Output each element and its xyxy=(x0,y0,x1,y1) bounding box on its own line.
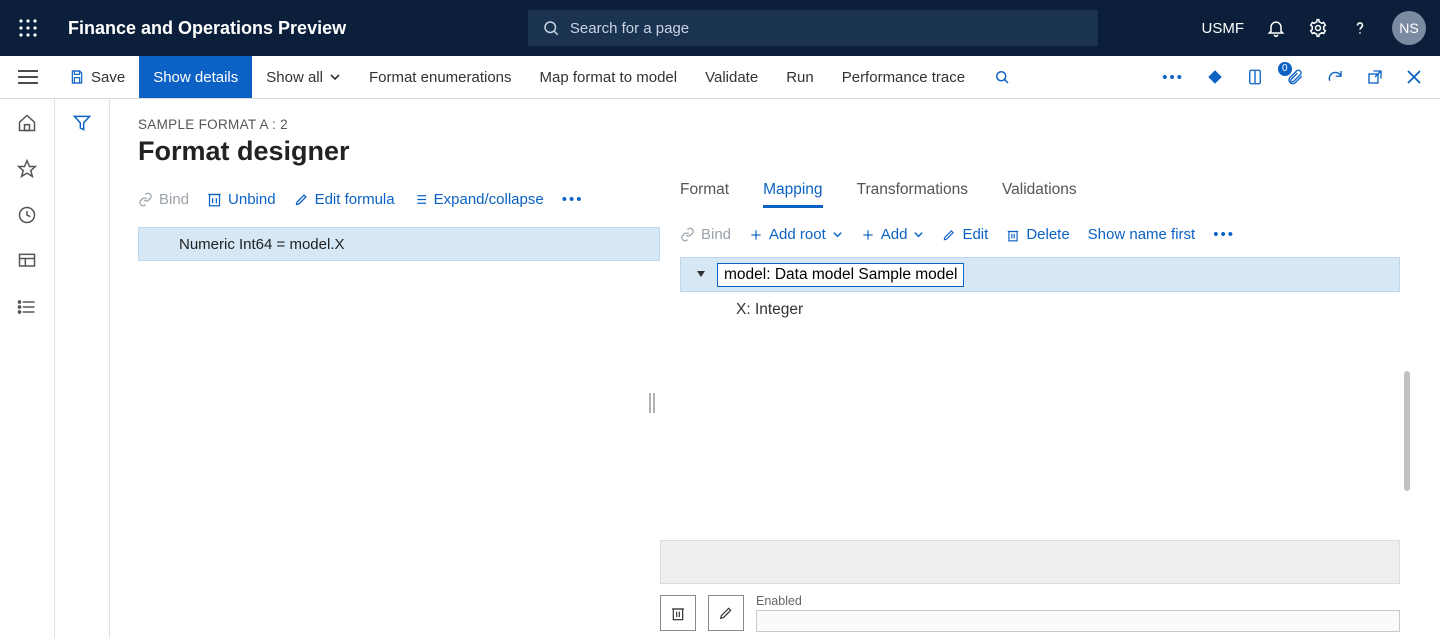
filter-rail xyxy=(55,99,110,638)
unbind-button[interactable]: Unbind xyxy=(207,191,276,208)
breadcrumb: SAMPLE FORMAT A : 2 xyxy=(138,117,1440,132)
mapping-tree-child-row[interactable]: X: Integer xyxy=(680,292,1400,327)
find-button[interactable] xyxy=(979,56,1025,98)
right-tabs: Format Mapping Transformations Validatio… xyxy=(680,181,1440,208)
nav-toggle-icon[interactable] xyxy=(0,70,55,84)
app-title: Finance and Operations Preview xyxy=(56,18,346,39)
help-icon[interactable] xyxy=(1350,18,1370,38)
mapping-tree-root-label: model: Data model Sample model xyxy=(717,263,964,287)
scrollbar[interactable] xyxy=(1404,371,1410,491)
home-icon[interactable] xyxy=(17,113,37,133)
save-disk-icon xyxy=(69,69,85,85)
validate-button[interactable]: Validate xyxy=(691,56,772,98)
show-details-label: Show details xyxy=(153,69,238,86)
add-button[interactable]: Add xyxy=(861,226,925,243)
options-icon[interactable] xyxy=(1206,68,1224,86)
save-label: Save xyxy=(91,69,125,86)
mapping-toolbar: Bind Add root Add Edit xyxy=(680,226,1440,243)
page-title: Format designer xyxy=(138,136,1440,167)
user-avatar[interactable]: NS xyxy=(1392,11,1426,45)
mapping-tree: model: Data model Sample model X: Intege… xyxy=(680,257,1400,327)
show-all-button[interactable]: Show all xyxy=(252,56,355,98)
tab-transformations[interactable]: Transformations xyxy=(857,181,968,208)
map-format-to-model-button[interactable]: Map format to model xyxy=(526,56,692,98)
enabled-field-input[interactable] xyxy=(756,610,1400,632)
attachments-button[interactable]: 0 xyxy=(1286,68,1304,86)
edit-formula-button[interactable]: Edit formula xyxy=(294,191,395,208)
unbind-label: Unbind xyxy=(228,191,276,208)
format-tree-row-label: Numeric Int64 = model.X xyxy=(179,236,345,253)
enabled-field-label: Enabled xyxy=(756,594,1400,608)
bind-button: Bind xyxy=(138,191,189,208)
performance-trace-button[interactable]: Performance trace xyxy=(828,56,979,98)
top-header: Finance and Operations Preview USMF NS xyxy=(0,0,1440,56)
format-tree-row[interactable]: Numeric Int64 = model.X xyxy=(138,227,660,261)
search-input[interactable] xyxy=(570,20,1084,37)
close-icon[interactable] xyxy=(1406,69,1422,85)
edit-formula-label: Edit formula xyxy=(315,191,395,208)
bind-label: Bind xyxy=(159,191,189,208)
attachments-badge: 0 xyxy=(1278,62,1292,76)
app-launcher-icon[interactable] xyxy=(0,0,56,56)
modules-list-icon[interactable] xyxy=(17,297,37,317)
expand-collapse-label: Expand/collapse xyxy=(434,191,544,208)
page-options-icon[interactable] xyxy=(1246,68,1264,86)
detail-edit-button[interactable] xyxy=(708,595,744,631)
chevron-collapse-icon[interactable] xyxy=(695,269,707,281)
expand-collapse-button[interactable]: Expand/collapse xyxy=(413,191,544,208)
settings-gear-icon[interactable] xyxy=(1308,18,1328,38)
detail-panel xyxy=(660,540,1400,584)
mapping-tree-child-label: X: Integer xyxy=(736,301,803,319)
detail-delete-button[interactable] xyxy=(660,595,696,631)
filter-funnel-icon[interactable] xyxy=(72,113,92,638)
global-search[interactable] xyxy=(528,10,1098,46)
tab-validations[interactable]: Validations xyxy=(1002,181,1077,208)
refresh-icon[interactable] xyxy=(1326,68,1344,86)
tab-format[interactable]: Format xyxy=(680,181,729,208)
workspaces-icon[interactable] xyxy=(17,251,37,271)
mapping-toolbar-overflow-icon[interactable]: ••• xyxy=(1213,226,1235,243)
show-all-label: Show all xyxy=(266,69,323,86)
save-button[interactable]: Save xyxy=(55,56,139,98)
show-name-first-button[interactable]: Show name first xyxy=(1088,226,1196,243)
recent-clock-icon[interactable] xyxy=(17,205,37,225)
mapping-delete-button[interactable]: Delete xyxy=(1006,226,1069,243)
favorites-star-icon[interactable] xyxy=(17,159,37,179)
mapping-bind-button: Bind xyxy=(680,226,731,243)
nav-rail xyxy=(0,99,55,638)
mapping-tree-root-row[interactable]: model: Data model Sample model xyxy=(680,257,1400,292)
overflow-menu-icon[interactable]: ••• xyxy=(1162,69,1184,86)
run-button[interactable]: Run xyxy=(772,56,828,98)
add-root-button[interactable]: Add root xyxy=(749,226,843,243)
chevron-down-icon xyxy=(329,71,341,83)
popout-icon[interactable] xyxy=(1366,68,1384,86)
mapping-edit-button[interactable]: Edit xyxy=(942,226,988,243)
tab-mapping[interactable]: Mapping xyxy=(763,181,822,208)
format-enumerations-button[interactable]: Format enumerations xyxy=(355,56,526,98)
pane-splitter-icon[interactable] xyxy=(648,391,656,415)
command-bar: Save Show details Show all Format enumer… xyxy=(0,56,1440,99)
show-details-button[interactable]: Show details xyxy=(139,56,252,98)
notifications-icon[interactable] xyxy=(1266,18,1286,38)
left-toolbar-overflow-icon[interactable]: ••• xyxy=(562,191,584,208)
company-picker[interactable]: USMF xyxy=(1201,20,1244,37)
left-toolbar: Bind Unbind Edit formula Expand/collapse xyxy=(138,181,660,217)
